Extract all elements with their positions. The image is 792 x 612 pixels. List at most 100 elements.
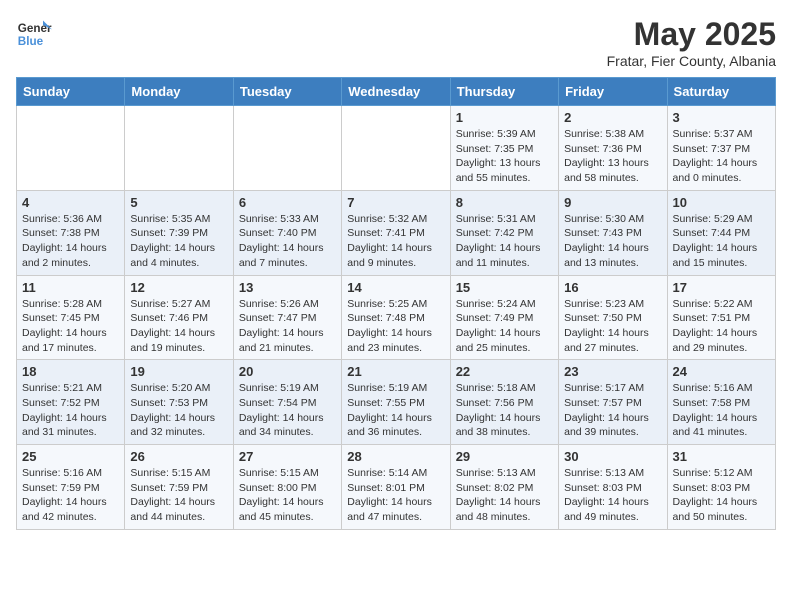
calendar-cell: 2 Sunrise: 5:38 AMSunset: 7:36 PMDaylight… [559, 106, 667, 191]
calendar-cell: 23 Sunrise: 5:17 AMSunset: 7:57 PMDayligh… [559, 360, 667, 445]
weekday-header-tuesday: Tuesday [233, 78, 341, 106]
day-number: 1 [456, 110, 553, 125]
day-number: 22 [456, 364, 553, 379]
day-info: Sunrise: 5:33 AMSunset: 7:40 PMDaylight:… [239, 212, 336, 271]
calendar-cell: 12 Sunrise: 5:27 AMSunset: 7:46 PMDayligh… [125, 275, 233, 360]
logo-icon: General Blue [16, 16, 52, 52]
day-info: Sunrise: 5:28 AMSunset: 7:45 PMDaylight:… [22, 297, 119, 356]
day-number: 27 [239, 449, 336, 464]
day-info: Sunrise: 5:13 AMSunset: 8:03 PMDaylight:… [564, 466, 661, 525]
calendar-cell: 9Sunrise: 5:30 AMSunset: 7:43 PMDaylight… [559, 190, 667, 275]
calendar-cell: 3Sunrise: 5:37 AMSunset: 7:37 PMDaylight… [667, 106, 775, 191]
logo: General Blue [16, 16, 52, 52]
day-number: 28 [347, 449, 444, 464]
day-number: 20 [239, 364, 336, 379]
calendar-cell: 21Sunrise: 5:19 AMSunset: 7:55 PMDayligh… [342, 360, 450, 445]
calendar-week-1: 1 Sunrise: 5:39 AMSunset: 7:35 PMDaylight… [17, 106, 776, 191]
calendar-body: 1 Sunrise: 5:39 AMSunset: 7:35 PMDaylight… [17, 106, 776, 530]
day-number: 25 [22, 449, 119, 464]
calendar-cell: 6 Sunrise: 5:33 AMSunset: 7:40 PMDaylight… [233, 190, 341, 275]
day-number: 13 [239, 280, 336, 295]
day-number: 31 [673, 449, 770, 464]
day-number: 9 [564, 195, 661, 210]
svg-text:General: General [18, 22, 52, 35]
day-number: 14 [347, 280, 444, 295]
calendar-table: SundayMondayTuesdayWednesdayThursdayFrid… [16, 77, 776, 530]
day-info: Sunrise: 5:15 AMSunset: 7:59 PMDaylight:… [130, 466, 227, 525]
weekday-header-thursday: Thursday [450, 78, 558, 106]
day-number: 11 [22, 280, 119, 295]
day-number: 16 [564, 280, 661, 295]
day-number: 4 [22, 195, 119, 210]
calendar-cell: 7 Sunrise: 5:32 AMSunset: 7:41 PMDaylight… [342, 190, 450, 275]
day-info: Sunrise: 5:37 AMSunset: 7:37 PMDaylight:… [673, 127, 770, 186]
calendar-cell: 26 Sunrise: 5:15 AMSunset: 7:59 PMDayligh… [125, 445, 233, 530]
title-block: May 2025 Fratar, Fier County, Albania [607, 16, 776, 69]
day-number: 8 [456, 195, 553, 210]
weekday-header-wednesday: Wednesday [342, 78, 450, 106]
day-info: Sunrise: 5:19 AMSunset: 7:55 PMDaylight:… [347, 381, 444, 440]
calendar-cell: 15 Sunrise: 5:24 AMSunset: 7:49 PMDayligh… [450, 275, 558, 360]
calendar-cell: 24Sunrise: 5:16 AMSunset: 7:58 PMDayligh… [667, 360, 775, 445]
calendar-cell [342, 106, 450, 191]
day-info: Sunrise: 5:24 AMSunset: 7:49 PMDaylight:… [456, 297, 553, 356]
day-info: Sunrise: 5:18 AMSunset: 7:56 PMDaylight:… [456, 381, 553, 440]
day-number: 18 [22, 364, 119, 379]
day-info: Sunrise: 5:16 AMSunset: 7:59 PMDaylight:… [22, 466, 119, 525]
calendar-cell: 8 Sunrise: 5:31 AMSunset: 7:42 PMDaylight… [450, 190, 558, 275]
day-info: Sunrise: 5:27 AMSunset: 7:46 PMDaylight:… [130, 297, 227, 356]
calendar-cell: 18 Sunrise: 5:21 AMSunset: 7:52 PMDayligh… [17, 360, 125, 445]
page-header: General Blue May 2025 Fratar, Fier Count… [16, 16, 776, 69]
day-number: 5 [130, 195, 227, 210]
calendar-cell: 31Sunrise: 5:12 AMSunset: 8:03 PMDayligh… [667, 445, 775, 530]
calendar-cell: 16Sunrise: 5:23 AMSunset: 7:50 PMDayligh… [559, 275, 667, 360]
day-info: Sunrise: 5:36 AMSunset: 7:38 PMDaylight:… [22, 212, 119, 271]
weekday-header-row: SundayMondayTuesdayWednesdayThursdayFrid… [17, 78, 776, 106]
day-info: Sunrise: 5:14 AMSunset: 8:01 PMDaylight:… [347, 466, 444, 525]
day-number: 17 [673, 280, 770, 295]
calendar-cell: 13 Sunrise: 5:26 AMSunset: 7:47 PMDayligh… [233, 275, 341, 360]
calendar-week-2: 4 Sunrise: 5:36 AMSunset: 7:38 PMDaylight… [17, 190, 776, 275]
day-info: Sunrise: 5:19 AMSunset: 7:54 PMDaylight:… [239, 381, 336, 440]
day-number: 6 [239, 195, 336, 210]
day-number: 7 [347, 195, 444, 210]
day-info: Sunrise: 5:22 AMSunset: 7:51 PMDaylight:… [673, 297, 770, 356]
day-info: Sunrise: 5:25 AMSunset: 7:48 PMDaylight:… [347, 297, 444, 356]
day-number: 2 [564, 110, 661, 125]
weekday-header-sunday: Sunday [17, 78, 125, 106]
calendar-week-5: 25 Sunrise: 5:16 AMSunset: 7:59 PMDayligh… [17, 445, 776, 530]
day-info: Sunrise: 5:31 AMSunset: 7:42 PMDaylight:… [456, 212, 553, 271]
day-info: Sunrise: 5:16 AMSunset: 7:58 PMDaylight:… [673, 381, 770, 440]
day-info: Sunrise: 5:21 AMSunset: 7:52 PMDaylight:… [22, 381, 119, 440]
calendar-cell: 11 Sunrise: 5:28 AMSunset: 7:45 PMDayligh… [17, 275, 125, 360]
calendar-cell [233, 106, 341, 191]
weekday-header-friday: Friday [559, 78, 667, 106]
day-number: 12 [130, 280, 227, 295]
day-info: Sunrise: 5:32 AMSunset: 7:41 PMDaylight:… [347, 212, 444, 271]
day-number: 30 [564, 449, 661, 464]
day-info: Sunrise: 5:17 AMSunset: 7:57 PMDaylight:… [564, 381, 661, 440]
calendar-cell: 1 Sunrise: 5:39 AMSunset: 7:35 PMDaylight… [450, 106, 558, 191]
day-number: 23 [564, 364, 661, 379]
day-number: 19 [130, 364, 227, 379]
day-number: 15 [456, 280, 553, 295]
day-info: Sunrise: 5:38 AMSunset: 7:36 PMDaylight:… [564, 127, 661, 186]
day-info: Sunrise: 5:39 AMSunset: 7:35 PMDaylight:… [456, 127, 553, 186]
calendar-cell: 27 Sunrise: 5:15 AMSunset: 8:00 PMDayligh… [233, 445, 341, 530]
weekday-header-monday: Monday [125, 78, 233, 106]
calendar-cell [125, 106, 233, 191]
day-info: Sunrise: 5:15 AMSunset: 8:00 PMDaylight:… [239, 466, 336, 525]
calendar-week-4: 18 Sunrise: 5:21 AMSunset: 7:52 PMDayligh… [17, 360, 776, 445]
month-title: May 2025 [607, 16, 776, 53]
day-number: 26 [130, 449, 227, 464]
day-info: Sunrise: 5:13 AMSunset: 8:02 PMDaylight:… [456, 466, 553, 525]
calendar-cell: 25 Sunrise: 5:16 AMSunset: 7:59 PMDayligh… [17, 445, 125, 530]
day-info: Sunrise: 5:26 AMSunset: 7:47 PMDaylight:… [239, 297, 336, 356]
calendar-cell: 30 Sunrise: 5:13 AMSunset: 8:03 PMDayligh… [559, 445, 667, 530]
calendar-cell: 4 Sunrise: 5:36 AMSunset: 7:38 PMDaylight… [17, 190, 125, 275]
weekday-header-saturday: Saturday [667, 78, 775, 106]
calendar-cell: 20 Sunrise: 5:19 AMSunset: 7:54 PMDayligh… [233, 360, 341, 445]
day-number: 29 [456, 449, 553, 464]
day-info: Sunrise: 5:20 AMSunset: 7:53 PMDaylight:… [130, 381, 227, 440]
calendar-cell: 17 Sunrise: 5:22 AMSunset: 7:51 PMDayligh… [667, 275, 775, 360]
